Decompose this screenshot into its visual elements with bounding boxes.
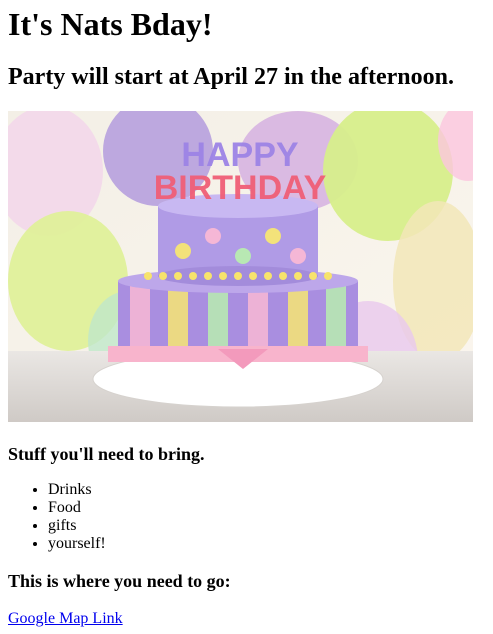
map-link-paragraph: Google Map Link xyxy=(8,610,485,628)
list-item: yourself! xyxy=(48,535,485,553)
bring-heading: Stuff you'll need to bring. xyxy=(8,444,205,464)
list-item: gifts xyxy=(48,517,485,535)
party-time-heading: Party will start at April 27 in the afte… xyxy=(8,64,454,90)
cake-illustration: HAPPY BIRTHDAY xyxy=(0,96,493,422)
list-item: Drinks xyxy=(48,481,485,499)
list-item: Food xyxy=(48,499,485,517)
page: It's Nats Bday! Party will start at Apri… xyxy=(0,0,493,628)
candle-text-birthday: BIRTHDAY xyxy=(154,169,327,207)
page-title: It's Nats Bday! xyxy=(8,6,213,42)
location-heading: This is where you need to go: xyxy=(8,571,231,591)
bring-list: Drinks Food gifts yourself! xyxy=(8,481,485,553)
birthday-cake-image: HAPPY BIRTHDAY xyxy=(0,96,493,422)
google-map-link[interactable]: Google Map Link xyxy=(8,610,123,627)
